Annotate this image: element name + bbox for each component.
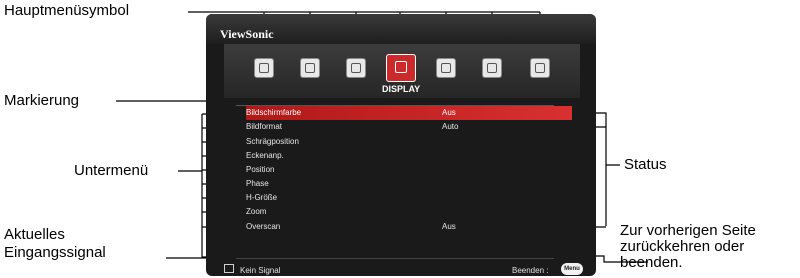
osd-menu: ViewSonic DISPLAY Bildschirmfarbe Aus Bi…	[206, 14, 596, 276]
menu-item-position[interactable]: Position	[246, 163, 572, 177]
system-icon[interactable]	[482, 58, 502, 78]
menu-item-label: Overscan	[246, 222, 281, 231]
menu-item-label: Bildformat	[246, 122, 283, 131]
menu-item-phase[interactable]: Phase	[246, 177, 572, 191]
label-back-2: zurückkehren oder	[620, 238, 745, 255]
label-status: Status	[624, 156, 667, 173]
category-title: DISPLAY	[382, 84, 421, 94]
label-back-3: beenden.	[620, 254, 683, 271]
label-submenu: Untermenü	[74, 162, 149, 179]
menu-item-value: Aus	[442, 108, 456, 117]
menu-item-bildformat[interactable]: Bildformat Auto	[246, 120, 572, 134]
settings-icon[interactable]	[436, 58, 456, 78]
info-icon[interactable]	[530, 58, 550, 78]
menu-item-label: Zoom	[246, 207, 267, 216]
menu-item-label: Schrägposition	[246, 137, 299, 146]
label-highlight: Markierung	[4, 92, 80, 109]
menu-item-eckenanp[interactable]: Eckenanp.	[246, 149, 572, 163]
label-back-1: Zur vorherigen Seite	[620, 222, 756, 239]
menu-item-value: Aus	[442, 222, 456, 231]
lamp-icon[interactable]	[346, 58, 366, 78]
menu-item-h-groesse[interactable]: H-Größe	[246, 191, 572, 205]
menu-button[interactable]: Menu	[561, 263, 583, 275]
menu-item-label: Eckenanp.	[246, 151, 284, 160]
menu-item-bildschirmfarbe[interactable]: Bildschirmfarbe Aus	[246, 106, 572, 120]
menu-item-label: Phase	[246, 179, 269, 188]
brand-logo: ViewSonic	[220, 27, 274, 41]
menu-item-schraegposition[interactable]: Schrägposition	[246, 135, 572, 149]
label-main-icon: Hauptmenüsymbol	[4, 2, 130, 19]
picture-icon[interactable]	[254, 58, 274, 78]
menu-item-zoom[interactable]: Zoom	[246, 205, 572, 219]
signal-status: Kein Signal	[240, 266, 281, 275]
menu-item-label: H-Größe	[246, 193, 278, 202]
label-current-input-1: Aktuelles	[4, 226, 65, 243]
menu-item-value: Auto	[442, 122, 459, 131]
display-icon[interactable]	[386, 54, 416, 82]
menu-item-label: Bildschirmfarbe	[246, 108, 302, 117]
footer-divider	[236, 258, 554, 259]
menu-item-overscan[interactable]: Overscan Aus	[246, 220, 572, 234]
menu-item-label: Position	[246, 165, 275, 174]
input-signal-icon	[224, 264, 234, 273]
color-icon[interactable]	[300, 58, 320, 78]
exit-label: Beenden :	[512, 266, 549, 275]
label-current-input-2: Eingangssignal	[4, 244, 106, 261]
